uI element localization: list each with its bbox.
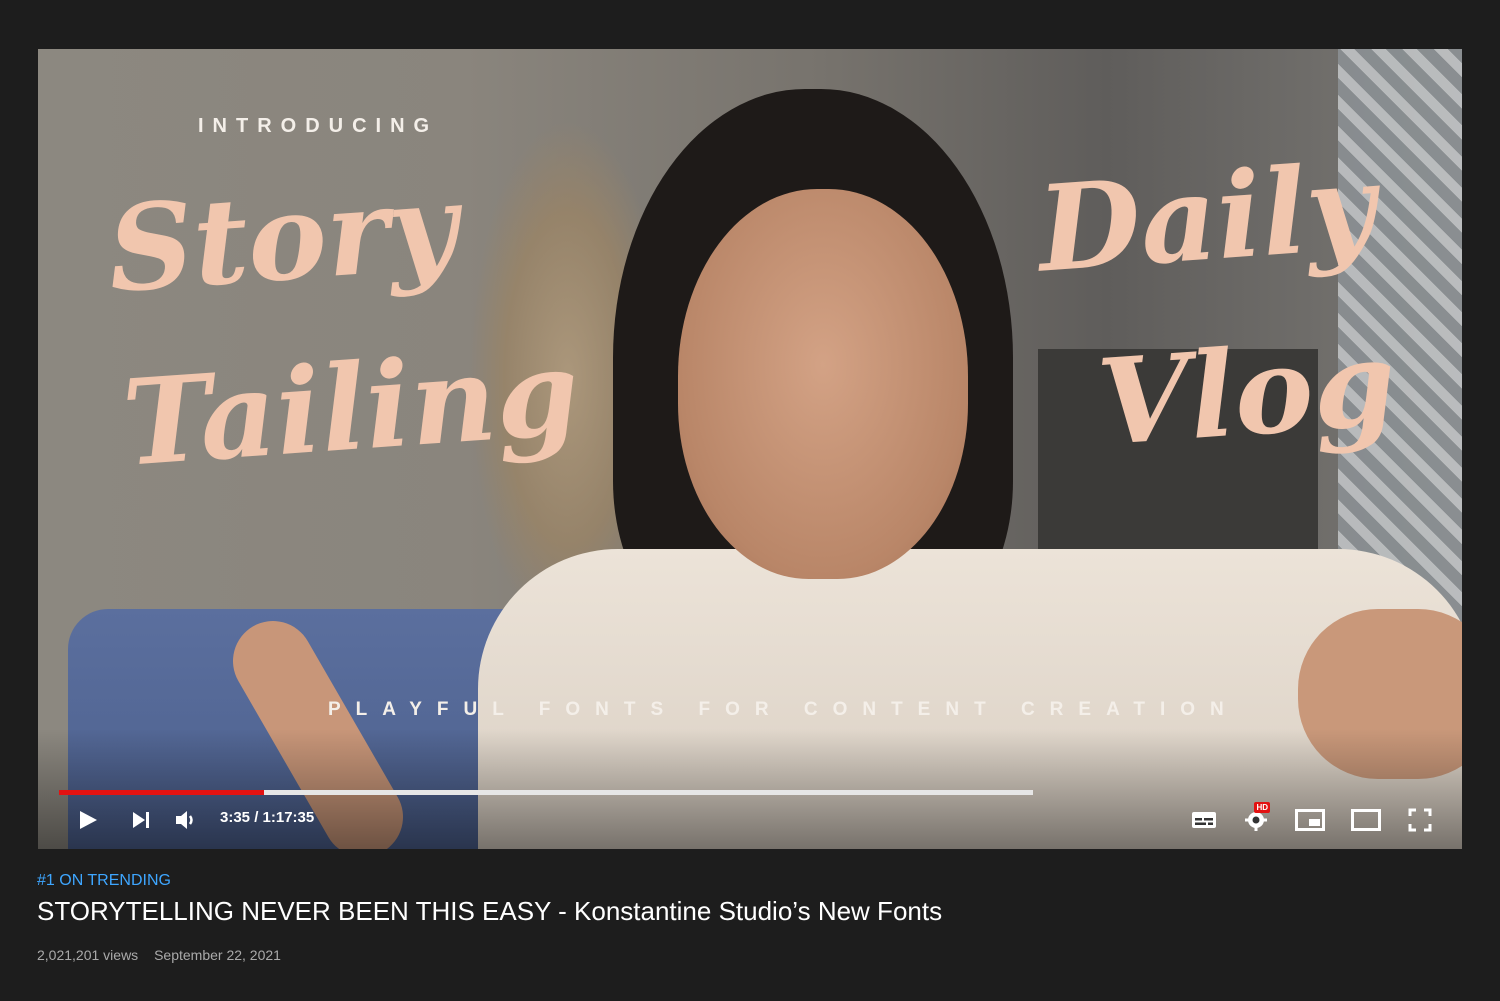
publish-date: September 22, 2021: [154, 947, 281, 963]
subtitles-icon: [1191, 810, 1217, 830]
play-button[interactable]: [70, 805, 106, 835]
theater-mode-button[interactable]: [1348, 805, 1384, 835]
person-face: [678, 189, 968, 579]
trending-badge[interactable]: #1 ON TRENDING: [37, 872, 1457, 890]
video-stats: 2,021,201 views September 22, 2021: [37, 947, 1457, 963]
overlay-intro-text: INTRODUCING: [198, 115, 439, 137]
hd-badge: HD: [1254, 802, 1270, 813]
overlay-script-vlog: Vlog: [1093, 312, 1401, 473]
progress-played: [59, 790, 264, 795]
next-icon: [131, 810, 151, 830]
miniplayer-icon: [1295, 809, 1325, 831]
overlay-script-daily: Daily: [1033, 136, 1380, 299]
next-button[interactable]: [123, 805, 159, 835]
volume-button[interactable]: [168, 805, 204, 835]
overlay-tagline: PLAYFUL FONTS FOR CONTENT CREATION: [328, 699, 1239, 720]
settings-button[interactable]: HD: [1238, 802, 1274, 835]
progress-bar[interactable]: [59, 790, 1033, 795]
fullscreen-button[interactable]: [1402, 805, 1438, 835]
theater-icon: [1351, 809, 1381, 831]
play-icon: [77, 809, 99, 831]
overlay-script-tailing: Tailing: [118, 322, 584, 493]
miniplayer-button[interactable]: [1292, 805, 1328, 835]
video-info: #1 ON TRENDING STORYTELLING NEVER BEEN T…: [37, 872, 1457, 963]
view-count: 2,021,201 views: [37, 947, 139, 963]
subtitles-button[interactable]: [1186, 805, 1222, 835]
video-player[interactable]: INTRODUCING Story Tailing Daily Vlog PLA…: [38, 49, 1462, 849]
video-title: STORYTELLING NEVER BEEN THIS EASY - Kons…: [37, 896, 943, 926]
settings-icon: HD: [1244, 802, 1270, 832]
fullscreen-icon: [1408, 808, 1432, 832]
volume-icon: [174, 809, 198, 831]
overlay-script-story: Story: [103, 155, 462, 320]
time-display: 3:35 / 1:17:35: [220, 809, 315, 826]
